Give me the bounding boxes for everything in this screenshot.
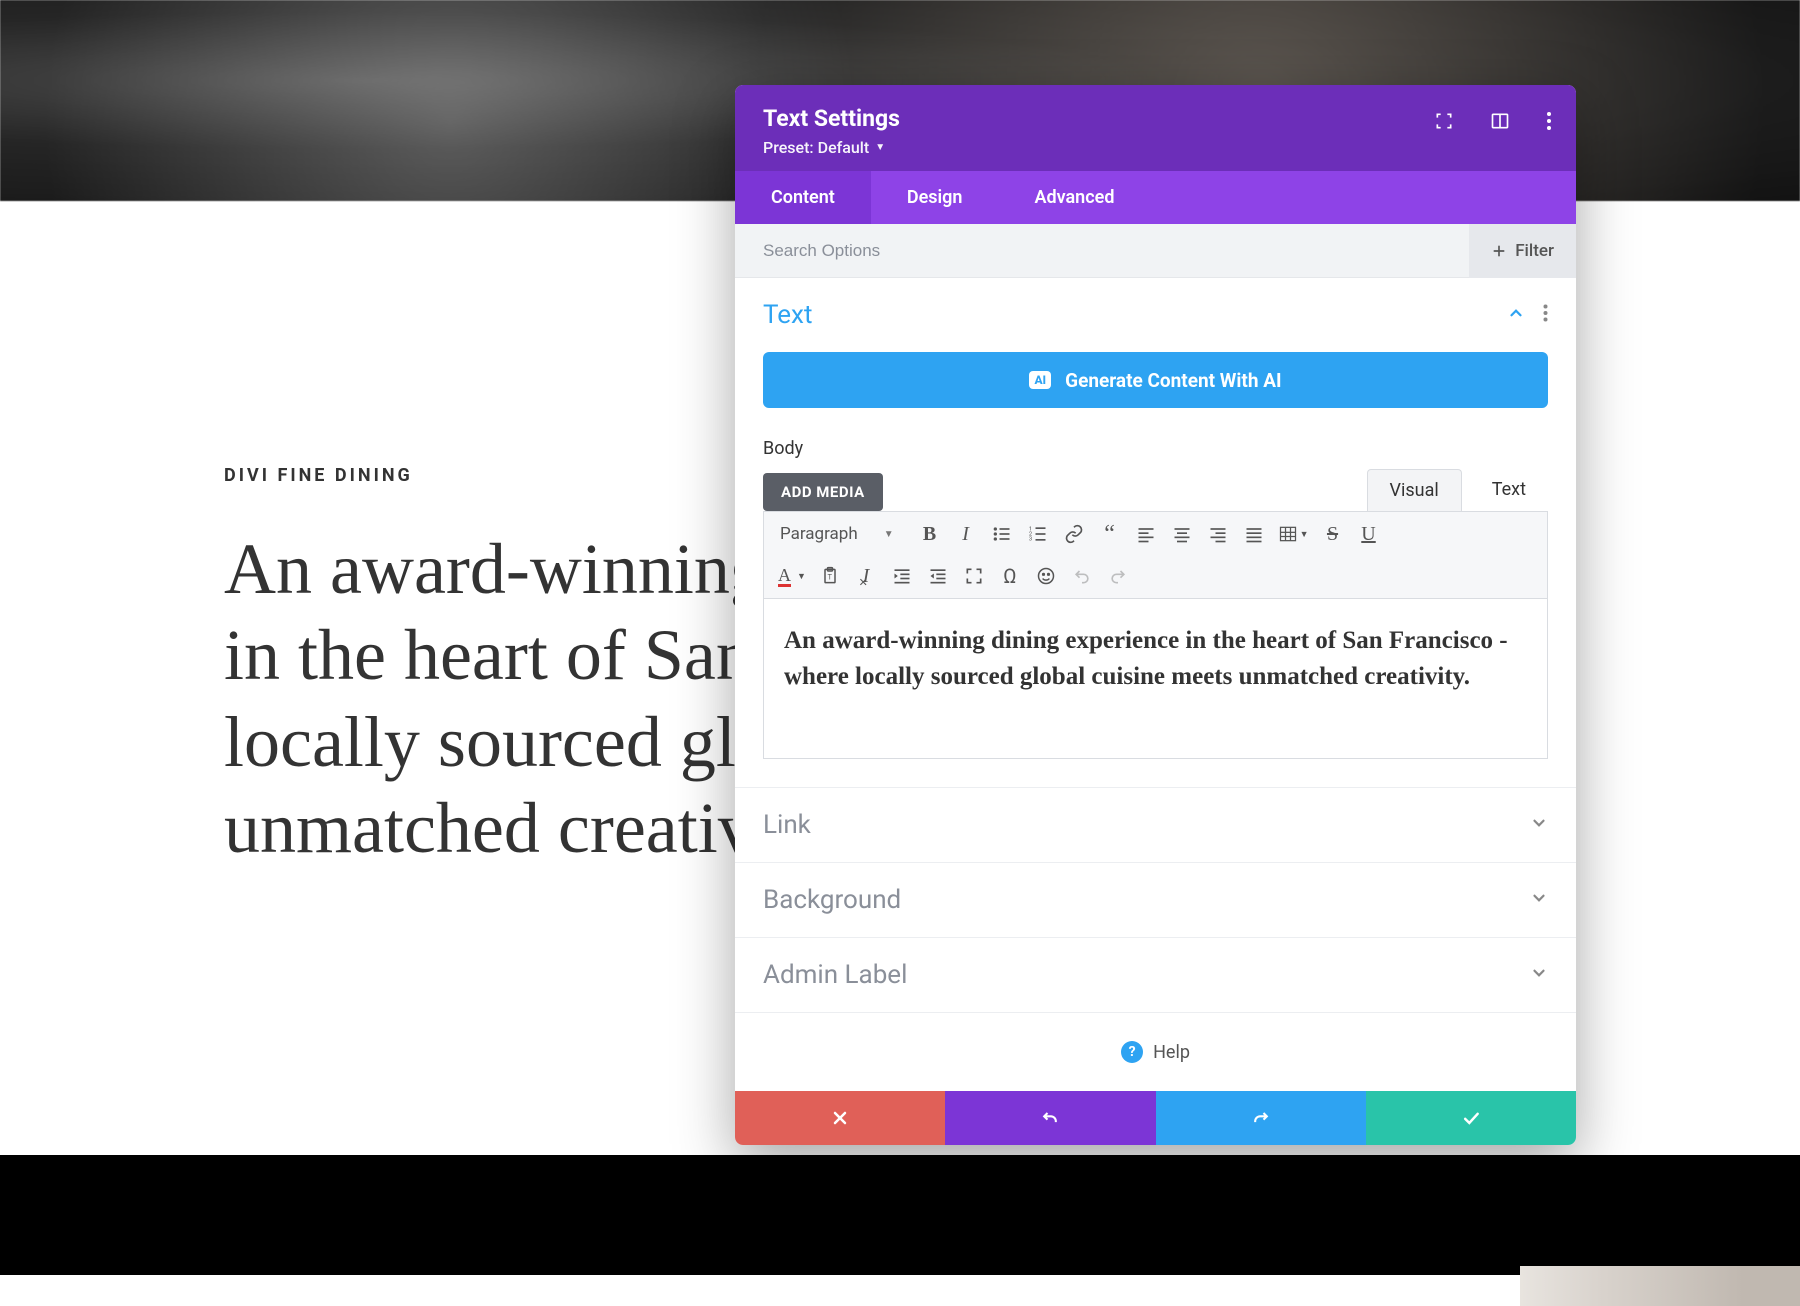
underline-icon[interactable]: U xyxy=(1353,518,1385,550)
tab-advanced[interactable]: Advanced xyxy=(998,171,1150,224)
fullscreen-icon[interactable] xyxy=(958,560,990,592)
generate-ai-label: Generate Content With AI xyxy=(1065,369,1281,392)
quote-icon[interactable]: “ xyxy=(1094,518,1126,550)
section-text-header[interactable]: Text xyxy=(735,278,1576,352)
editor-tab-visual[interactable]: Visual xyxy=(1367,469,1462,511)
indent-icon[interactable] xyxy=(922,560,954,592)
section-admin-label-header[interactable]: Admin Label xyxy=(735,938,1576,1012)
preset-label: Preset: Default xyxy=(763,138,869,157)
cancel-button[interactable] xyxy=(735,1091,945,1145)
section-link-title: Link xyxy=(763,810,811,840)
section-link-header[interactable]: Link xyxy=(735,788,1576,862)
tab-content[interactable]: Content xyxy=(735,171,871,224)
chevron-down-icon xyxy=(1530,814,1548,836)
filter-button[interactable]: Filter xyxy=(1469,224,1576,278)
help-row[interactable]: ? Help xyxy=(735,1013,1576,1091)
snap-panel-icon[interactable] xyxy=(1490,111,1510,131)
numbered-list-icon[interactable]: 123 xyxy=(1022,518,1054,550)
bold-icon[interactable]: B xyxy=(914,518,946,550)
align-justify-icon[interactable] xyxy=(1238,518,1270,550)
undo-button[interactable] xyxy=(945,1091,1155,1145)
settings-tabs: Content Design Advanced xyxy=(735,171,1576,224)
caret-down-icon: ▼ xyxy=(875,142,885,153)
section-admin-label-title: Admin Label xyxy=(763,960,907,990)
strikethrough-icon[interactable]: S xyxy=(1317,518,1349,550)
section-text-title: Text xyxy=(763,300,812,330)
align-center-icon[interactable] xyxy=(1166,518,1198,550)
section-text: Text AI Generate Content With AI Body AD… xyxy=(735,278,1576,788)
section-background-header[interactable]: Background xyxy=(735,863,1576,937)
modal-title: Text Settings xyxy=(763,105,1548,132)
editor-tab-text[interactable]: Text xyxy=(1470,469,1548,511)
help-icon: ? xyxy=(1121,1041,1143,1063)
bullet-list-icon[interactable] xyxy=(986,518,1018,550)
emoji-icon[interactable] xyxy=(1030,560,1062,592)
redo-icon xyxy=(1102,560,1134,592)
chevron-down-icon xyxy=(1530,964,1548,986)
filter-label: Filter xyxy=(1515,241,1554,261)
outdent-icon[interactable] xyxy=(886,560,918,592)
tab-design[interactable]: Design xyxy=(871,171,999,224)
save-button[interactable] xyxy=(1366,1091,1576,1145)
section-kebab-icon[interactable] xyxy=(1543,304,1548,326)
svg-text:T: T xyxy=(827,572,832,581)
undo-icon xyxy=(1066,560,1098,592)
modal-footer xyxy=(735,1091,1576,1145)
ai-badge-icon: AI xyxy=(1029,371,1051,389)
section-link: Link xyxy=(735,788,1576,863)
text-color-icon[interactable]: A▼ xyxy=(774,560,810,592)
search-input[interactable] xyxy=(763,241,1469,261)
editor-toolbar: Paragraph ▼ B I 123 “ ▼ S U A▼ T xyxy=(763,511,1548,599)
chevron-up-icon xyxy=(1507,304,1525,326)
italic-icon[interactable]: I xyxy=(950,518,982,550)
decorative-image xyxy=(1520,1266,1800,1306)
align-left-icon[interactable] xyxy=(1130,518,1162,550)
section-background: Background xyxy=(735,863,1576,938)
format-select[interactable]: Paragraph ▼ xyxy=(774,520,904,548)
svg-text:3: 3 xyxy=(1028,537,1031,543)
paste-text-icon[interactable]: T xyxy=(814,560,846,592)
link-icon[interactable] xyxy=(1058,518,1090,550)
generate-ai-button[interactable]: AI Generate Content With AI xyxy=(763,352,1548,408)
redo-button[interactable] xyxy=(1156,1091,1366,1145)
kebab-menu-icon[interactable] xyxy=(1546,111,1552,131)
text-settings-modal: Text Settings Preset: Default ▼ Content … xyxy=(735,85,1576,1145)
page-footer-band xyxy=(0,1155,1800,1275)
help-label: Help xyxy=(1153,1042,1190,1063)
preset-dropdown[interactable]: Preset: Default ▼ xyxy=(763,138,1548,157)
expand-icon[interactable] xyxy=(1434,111,1454,131)
section-admin-label: Admin Label xyxy=(735,938,1576,1013)
modal-header: Text Settings Preset: Default ▼ xyxy=(735,85,1576,171)
align-right-icon[interactable] xyxy=(1202,518,1234,550)
chevron-down-icon xyxy=(1530,889,1548,911)
body-label: Body xyxy=(763,438,1548,459)
body-editor[interactable]: An award-winning dining experience in th… xyxy=(763,599,1548,759)
section-background-title: Background xyxy=(763,885,901,915)
caret-down-icon: ▼ xyxy=(884,529,894,540)
search-row: Filter xyxy=(735,224,1576,278)
table-icon[interactable]: ▼ xyxy=(1274,518,1313,550)
add-media-button[interactable]: ADD MEDIA xyxy=(763,473,883,511)
special-char-icon[interactable]: Ω xyxy=(994,560,1026,592)
clear-formatting-icon[interactable]: I✕ xyxy=(850,560,882,592)
